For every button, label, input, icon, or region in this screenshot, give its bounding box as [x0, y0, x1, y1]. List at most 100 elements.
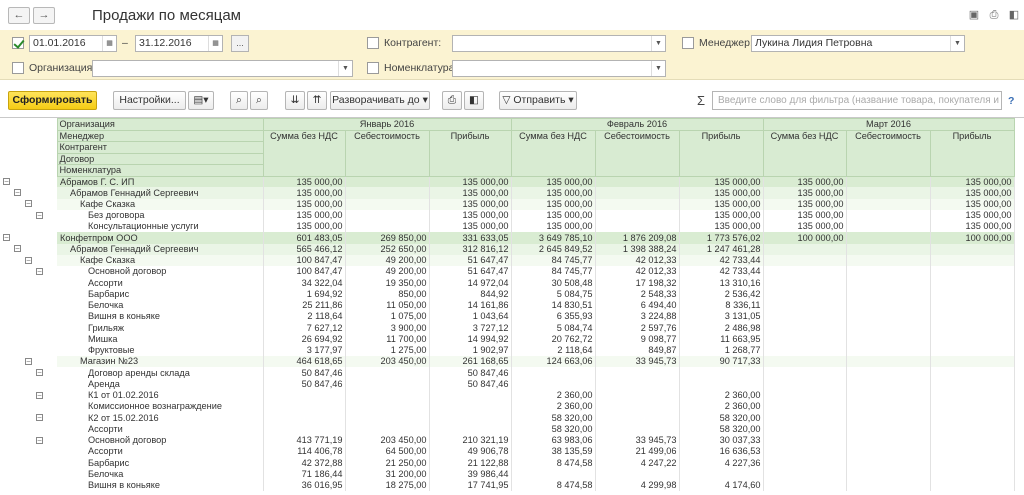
column-header[interactable]: Сумма без НДС — [510, 129, 596, 177]
value-cell[interactable] — [345, 187, 430, 199]
tree-toggle[interactable]: − — [0, 244, 57, 255]
table-row[interactable]: Мишка 26 694,92 11 700,00 14 994,92 20 762,7… — [0, 333, 1015, 345]
expand-to-dropdown[interactable]: Разворачивать до ▾ — [330, 91, 430, 110]
table-row[interactable]: − Магазин №23 464 618,65 203 450,00 261 168,… — [0, 356, 1015, 368]
sigma-icon[interactable]: Σ — [697, 93, 705, 108]
value-cell[interactable]: 261 168,65 — [429, 356, 512, 368]
value-cell[interactable] — [511, 367, 596, 379]
value-cell[interactable]: 2 360,00 — [679, 389, 764, 401]
value-cell[interactable]: 4 174,60 — [679, 479, 764, 491]
column-header[interactable]: Сумма без НДС — [262, 129, 346, 177]
value-cell[interactable]: 30 508,48 — [511, 277, 596, 289]
value-cell[interactable] — [846, 412, 931, 424]
value-cell[interactable]: 850,00 — [345, 288, 430, 300]
value-cell[interactable]: 3 224,88 — [595, 311, 680, 323]
value-cell[interactable] — [763, 389, 847, 401]
tree-toggle[interactable]: − — [0, 199, 57, 210]
value-cell[interactable]: 8 474,58 — [511, 479, 596, 491]
value-cell[interactable] — [763, 254, 847, 266]
value-cell[interactable]: 6 494,40 — [595, 299, 680, 311]
value-cell[interactable]: 135 000,00 — [429, 209, 512, 221]
value-cell[interactable]: 135 000,00 — [263, 187, 346, 199]
value-cell[interactable] — [846, 446, 931, 458]
chevron-down-icon[interactable]: ▼ — [651, 36, 665, 51]
value-cell[interactable]: 135 000,00 — [679, 198, 764, 210]
value-cell[interactable] — [846, 311, 931, 323]
value-cell[interactable] — [930, 389, 1015, 401]
value-cell[interactable]: 413 771,19 — [263, 434, 346, 446]
value-cell[interactable] — [345, 176, 430, 188]
collapse-icon[interactable]: − — [36, 391, 43, 399]
value-cell[interactable] — [429, 401, 512, 413]
value-cell[interactable] — [846, 277, 931, 289]
table-row[interactable]: Барбарис 42 372,88 21 250,00 21 122,88 8 474… — [0, 457, 1015, 469]
preview-icon[interactable]: ◧ — [1008, 9, 1020, 21]
value-cell[interactable]: 17 198,32 — [595, 277, 680, 289]
value-cell[interactable]: 135 000,00 — [763, 176, 847, 188]
table-row[interactable]: Консультационные услуги 135 000,00 135 000… — [0, 221, 1015, 233]
value-cell[interactable]: 14 972,04 — [429, 277, 512, 289]
collapse-icon[interactable]: − — [36, 267, 43, 275]
value-cell[interactable] — [763, 457, 847, 469]
value-cell[interactable]: 8 336,11 — [679, 299, 764, 311]
value-cell[interactable] — [595, 389, 680, 401]
value-cell[interactable] — [846, 288, 931, 300]
value-cell[interactable]: 331 633,05 — [429, 232, 512, 244]
collapse-button[interactable]: ⇊ — [285, 91, 305, 110]
value-cell[interactable]: 51 647,47 — [429, 254, 512, 266]
value-cell[interactable]: 42 012,33 — [595, 266, 680, 278]
value-cell[interactable]: 33 945,73 — [595, 356, 680, 368]
value-cell[interactable] — [511, 378, 596, 390]
collapse-icon[interactable]: − — [14, 189, 21, 197]
table-row[interactable]: Ассорти 58 320,00 58 320,00 — [0, 423, 1015, 435]
table-row[interactable]: − Без договора 135 000,00 135 000,00 135 000… — [0, 209, 1015, 221]
value-cell[interactable]: 42 012,33 — [595, 254, 680, 266]
collapse-icon[interactable]: − — [3, 234, 10, 242]
table-row[interactable]: − Основной договор 413 771,19 203 450,00 210… — [0, 434, 1015, 446]
value-cell[interactable] — [595, 367, 680, 379]
manager-field[interactable]: Лукина Лидия Петровна ▼ — [751, 35, 965, 52]
value-cell[interactable]: 9 098,77 — [595, 333, 680, 345]
value-cell[interactable]: 849,87 — [595, 344, 680, 356]
value-cell[interactable]: 21 499,06 — [595, 446, 680, 458]
value-cell[interactable] — [846, 254, 931, 266]
table-row[interactable]: Барбарис 1 694,92 850,00 844,92 5 084,75 2 54… — [0, 288, 1015, 300]
value-cell[interactable]: 84 745,77 — [511, 254, 596, 266]
value-cell[interactable] — [930, 378, 1015, 390]
value-cell[interactable]: 135 000,00 — [511, 198, 596, 210]
table-row[interactable]: Белочка 25 211,86 11 050,00 14 161,86 14 830… — [0, 299, 1015, 311]
period-select-button[interactable]: ... — [231, 35, 249, 52]
value-cell[interactable]: 18 275,00 — [345, 479, 430, 491]
value-cell[interactable] — [429, 423, 512, 435]
value-cell[interactable] — [930, 423, 1015, 435]
value-cell[interactable]: 135 000,00 — [930, 176, 1015, 188]
value-cell[interactable]: 26 694,92 — [263, 333, 346, 345]
value-cell[interactable]: 135 000,00 — [263, 221, 346, 233]
value-cell[interactable] — [763, 367, 847, 379]
value-cell[interactable]: 14 161,86 — [429, 299, 512, 311]
value-cell[interactable]: 2 360,00 — [511, 401, 596, 413]
value-cell[interactable]: 63 983,06 — [511, 434, 596, 446]
column-header[interactable]: Прибыль — [929, 129, 1015, 177]
value-cell[interactable] — [846, 457, 931, 469]
value-cell[interactable]: 100 847,47 — [263, 254, 346, 266]
value-cell[interactable]: 135 000,00 — [263, 198, 346, 210]
value-cell[interactable] — [263, 389, 346, 401]
value-cell[interactable]: 14 830,51 — [511, 299, 596, 311]
value-cell[interactable]: 135 000,00 — [679, 221, 764, 233]
value-cell[interactable]: 39 986,44 — [429, 468, 512, 480]
value-cell[interactable] — [595, 221, 680, 233]
value-cell[interactable] — [595, 209, 680, 221]
value-cell[interactable]: 2 597,76 — [595, 322, 680, 334]
value-cell[interactable]: 2 536,42 — [679, 288, 764, 300]
value-cell[interactable]: 135 000,00 — [763, 221, 847, 233]
value-cell[interactable] — [930, 367, 1015, 379]
column-header[interactable]: Прибыль — [678, 129, 764, 177]
value-cell[interactable]: 252 650,00 — [345, 243, 430, 255]
table-row[interactable]: Ассорти 34 322,04 19 350,00 14 972,04 30 508… — [0, 277, 1015, 289]
value-cell[interactable] — [846, 232, 931, 244]
value-cell[interactable]: 135 000,00 — [679, 176, 764, 188]
value-cell[interactable]: 135 000,00 — [429, 221, 512, 233]
value-cell[interactable]: 100 000,00 — [763, 232, 847, 244]
value-cell[interactable] — [846, 209, 931, 221]
